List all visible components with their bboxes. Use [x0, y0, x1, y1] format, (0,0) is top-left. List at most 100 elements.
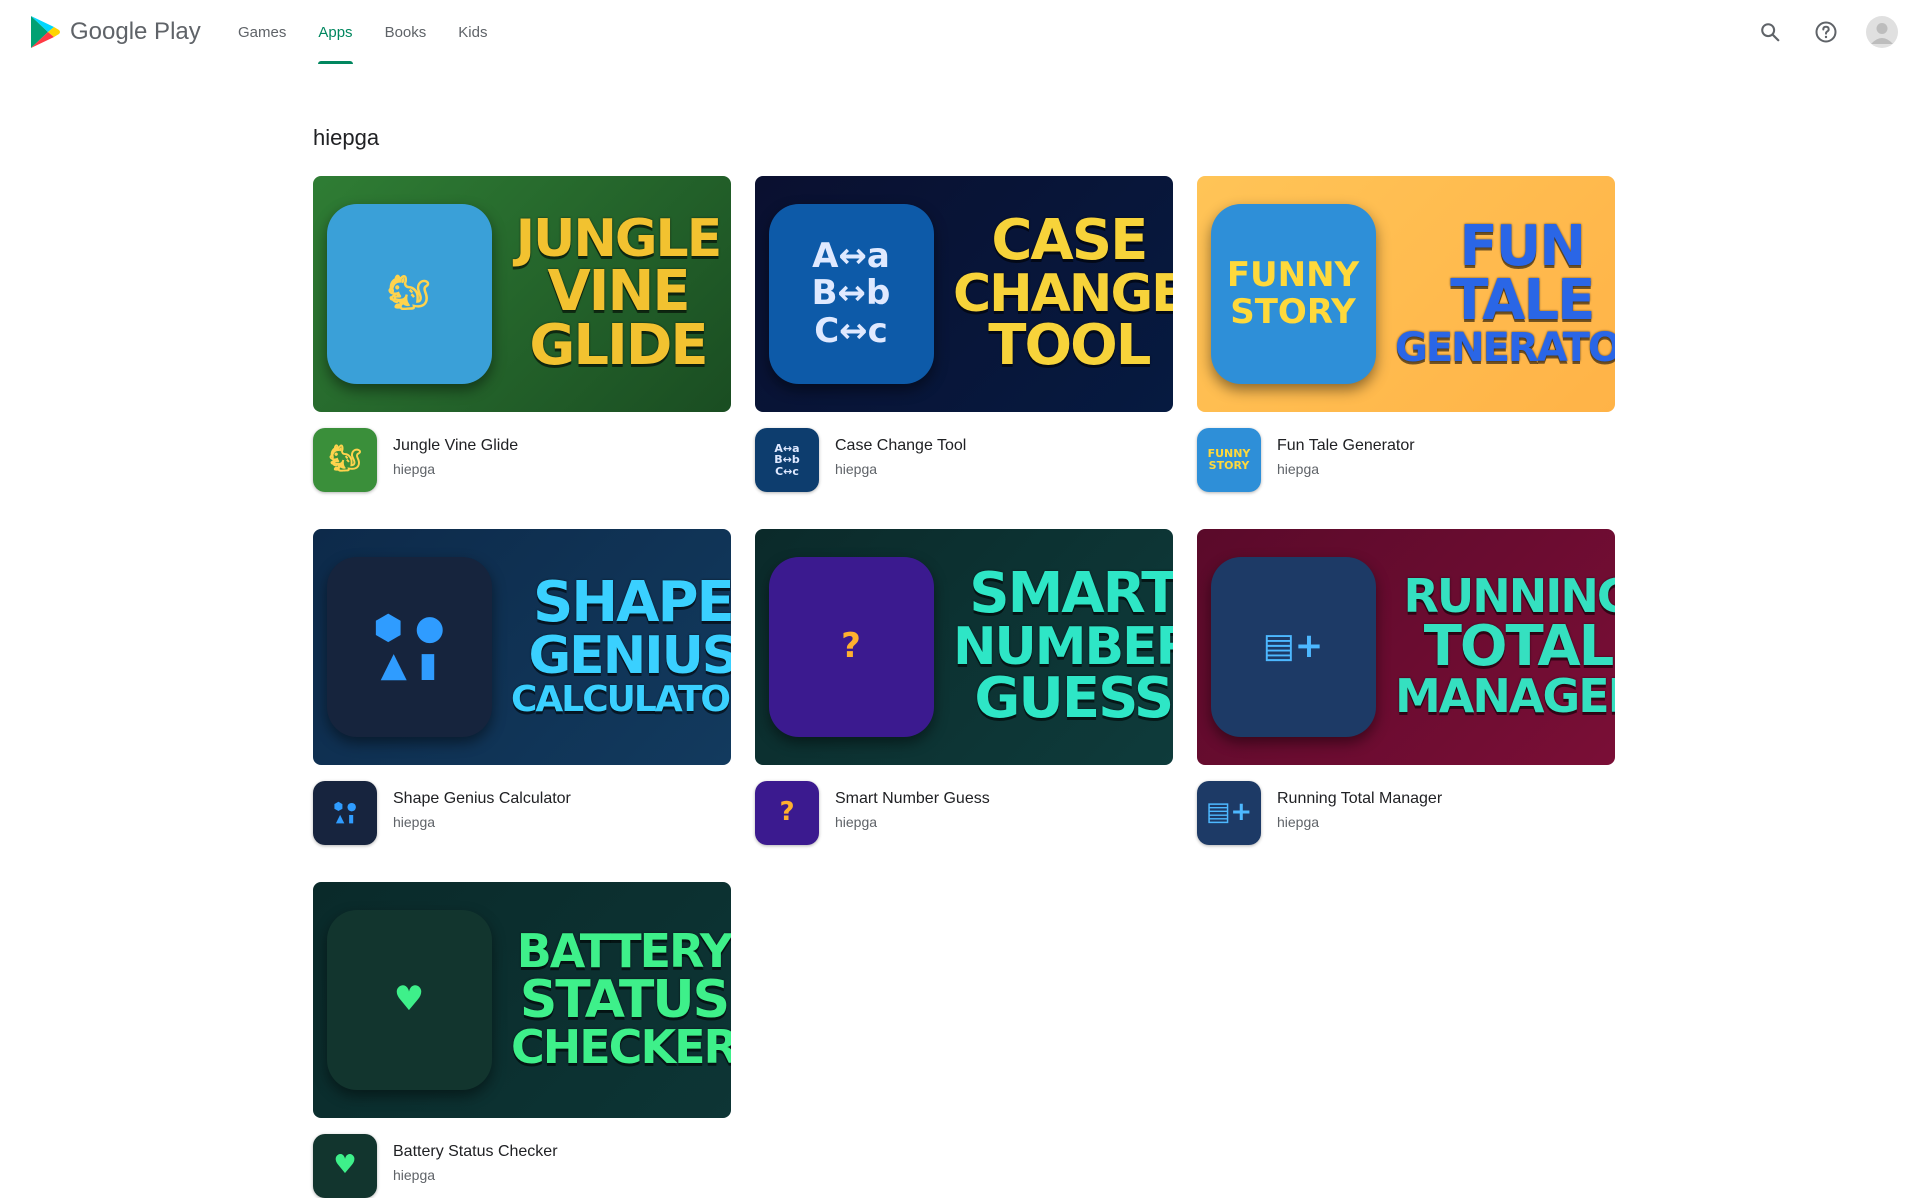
app-card[interactable]: ⬢ ● ▲ ▮ SHAPE GENIUS CALCULATOR ⬢ ● ▲ ▮ Sh…	[313, 529, 731, 845]
tab-apps[interactable]: Apps	[302, 0, 368, 64]
app-info: ♥ Battery Status Checker hiepga	[313, 1134, 731, 1198]
app-banner[interactable]: FUNNY STORY FUNTALEGENERATOR	[1197, 176, 1615, 412]
app-name[interactable]: Battery Status Checker	[393, 1142, 558, 1162]
banner-art: A↔a B↔b C↔c	[768, 204, 934, 384]
brand-name: Google Play	[70, 18, 201, 45]
app-banner[interactable]: ⬢ ● ▲ ▮ SHAPE GENIUS CALCULATOR	[313, 529, 731, 765]
banner-word: VINE	[547, 258, 690, 324]
tab-books[interactable]: Books	[369, 0, 443, 64]
banner-art-area: ▤+	[1197, 529, 1389, 765]
app-developer[interactable]: hiepga	[1277, 812, 1442, 832]
main-nav: Games Apps Books Kids	[222, 0, 503, 64]
app-text: Jungle Vine Glide hiepga	[393, 428, 518, 479]
banner-word: GENIUS	[528, 626, 732, 687]
banner-art: FUNNY STORY	[1210, 204, 1376, 384]
account-button[interactable]	[1862, 12, 1902, 52]
banner-word: BATTERY	[516, 924, 731, 979]
app-text: Smart Number Guess hiepga	[835, 781, 990, 832]
app-banner[interactable]: 🐿 JUNGLE VINE GLIDE	[313, 176, 731, 412]
banner-word: FUN	[1459, 213, 1587, 279]
banner-word: GUESS	[974, 666, 1173, 732]
tab-kids[interactable]: Kids	[442, 0, 503, 64]
banner-word: TALE	[1450, 268, 1595, 334]
search-icon	[1761, 23, 1780, 42]
banner-art-area: ♥	[313, 882, 505, 1118]
play-logo-icon	[31, 16, 60, 48]
app-icon[interactable]: ?	[755, 781, 819, 845]
tab-games[interactable]: Games	[222, 0, 302, 64]
banner-word: SHAPE	[532, 570, 731, 636]
app-name[interactable]: Fun Tale Generator	[1277, 436, 1415, 456]
banner-word: CHANGE	[953, 263, 1173, 324]
banner-word: CASE	[991, 207, 1148, 273]
help-button[interactable]	[1806, 12, 1846, 52]
app-icon[interactable]: FUNNY STORY	[1197, 428, 1261, 492]
app-icon[interactable]: A↔a B↔b C↔c	[755, 428, 819, 492]
google-play-logo[interactable]: Google Play	[30, 12, 201, 52]
banner-art-area: FUNNY STORY	[1197, 176, 1389, 412]
banner-art: ▤+	[1210, 557, 1376, 737]
account-icon	[1871, 23, 1893, 44]
banner-word: MANAGER	[1395, 669, 1615, 724]
app-name[interactable]: Shape Genius Calculator	[393, 789, 571, 809]
developer-name: hiepga	[313, 125, 380, 150]
app-text: Running Total Manager hiepga	[1277, 781, 1442, 832]
app-info: ? Smart Number Guess hiepga	[755, 781, 1173, 845]
banner-word: STATUS	[519, 969, 730, 1030]
app-banner[interactable]: ▤+ RUNNINGTOTALMANAGER	[1197, 529, 1615, 765]
app-text: Shape Genius Calculator hiepga	[393, 781, 571, 832]
app-banner[interactable]: ♥ BATTERY STATUS CHECKER	[313, 882, 731, 1118]
banner-word: GLIDE	[529, 313, 708, 379]
banner-word: JUNGLE	[515, 208, 722, 269]
app-icon[interactable]: ▤+	[1197, 781, 1261, 845]
app-developer[interactable]: hiepga	[1277, 459, 1415, 479]
banner-title: CASE CHANGE TOOL	[947, 176, 1173, 412]
app-text: Fun Tale Generator hiepga	[1277, 428, 1415, 479]
app-text: Battery Status Checker hiepga	[393, 1134, 558, 1185]
banner-word: SMART	[969, 560, 1173, 626]
banner-title: FUNTALEGENERATOR	[1389, 176, 1615, 412]
app-icon[interactable]: ♥	[313, 1134, 377, 1198]
app-card[interactable]: ♥ BATTERY STATUS CHECKER ♥ Battery Status …	[313, 882, 731, 1198]
app-developer[interactable]: hiepga	[835, 459, 966, 479]
banner-art: ♥	[326, 910, 492, 1090]
banner-title: JUNGLE VINE GLIDE	[505, 176, 731, 412]
banner-art-area: 🐿	[313, 176, 505, 412]
search-button[interactable]	[1750, 12, 1790, 52]
app-developer[interactable]: hiepga	[393, 459, 518, 479]
app-name[interactable]: Smart Number Guess	[835, 789, 990, 809]
app-card[interactable]: ? SMART NUMBER GUESS ? Smart Number Guess …	[755, 529, 1173, 845]
app-info: A↔a B↔b C↔c Case Change Tool hiepga	[755, 428, 1173, 492]
app-icon[interactable]: 🐿	[313, 428, 377, 492]
banner-art: 🐿	[326, 204, 492, 384]
banner-title: BATTERY STATUS CHECKER	[505, 882, 731, 1118]
top-app-bar: Google Play Games Apps Books Kids	[0, 0, 1920, 64]
app-developer[interactable]: hiepga	[393, 812, 571, 832]
app-developer[interactable]: hiepga	[393, 1165, 558, 1185]
app-text: Case Change Tool hiepga	[835, 428, 966, 479]
banner-art-area: ⬢ ● ▲ ▮	[313, 529, 505, 765]
banner-title: RUNNINGTOTALMANAGER	[1389, 529, 1615, 765]
banner-word: TOOL	[988, 313, 1151, 379]
banner-title: SHAPE GENIUS CALCULATOR	[505, 529, 731, 765]
banner-art: ⬢ ● ▲ ▮	[326, 557, 492, 737]
app-banner[interactable]: A↔a B↔b C↔c CASE CHANGE TOOL	[755, 176, 1173, 412]
app-card[interactable]: ▤+ RUNNINGTOTALMANAGER ▤+ Running Total …	[1197, 529, 1615, 845]
banner-word: CALCULATOR	[511, 679, 731, 721]
app-card[interactable]: A↔a B↔b C↔c CASE CHANGE TOOL A↔a B↔b C↔c C…	[755, 176, 1173, 492]
app-grid: 🐿 JUNGLE VINE GLIDE 🐿 Jungle Vine Glide hi…	[313, 176, 1615, 1198]
banner-word: GENERATOR	[1395, 325, 1615, 372]
app-developer[interactable]: hiepga	[835, 812, 990, 832]
banner-word: TOTAL	[1423, 613, 1615, 679]
app-name[interactable]: Running Total Manager	[1277, 789, 1442, 809]
app-info: FUNNY STORY Fun Tale Generator hiepga	[1197, 428, 1615, 492]
app-name[interactable]: Case Change Tool	[835, 436, 966, 456]
app-card[interactable]: FUNNY STORY FUNTALEGENERATOR FUNNY STORY…	[1197, 176, 1615, 492]
app-icon[interactable]: ⬢ ● ▲ ▮	[313, 781, 377, 845]
app-name[interactable]: Jungle Vine Glide	[393, 436, 518, 456]
banner-word: RUNNING	[1403, 569, 1615, 624]
app-card[interactable]: 🐿 JUNGLE VINE GLIDE 🐿 Jungle Vine Glide hi…	[313, 176, 731, 492]
account-avatar	[1866, 16, 1898, 48]
banner-title: SMART NUMBER GUESS	[947, 529, 1173, 765]
app-banner[interactable]: ? SMART NUMBER GUESS	[755, 529, 1173, 765]
